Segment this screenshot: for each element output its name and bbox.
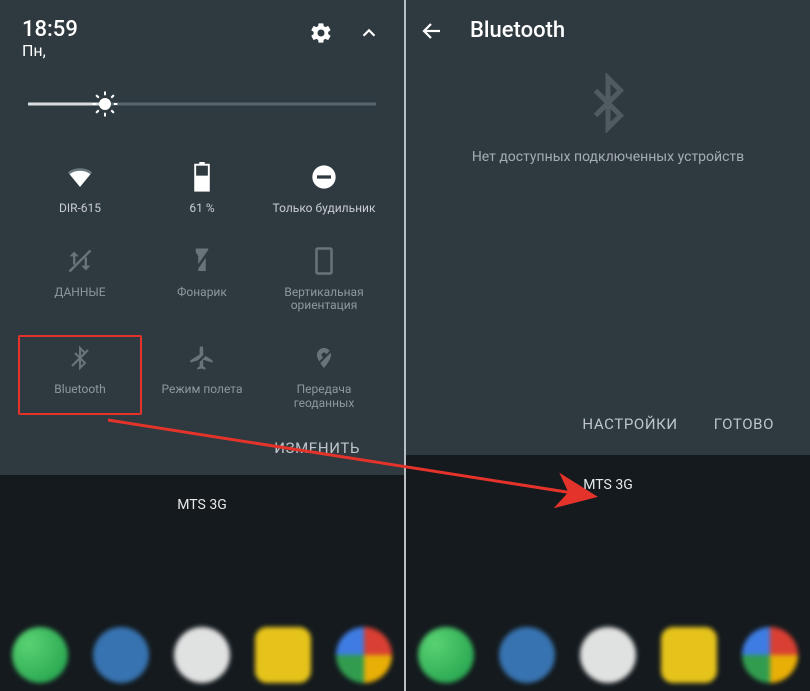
data-icon: [63, 244, 97, 278]
airplane-icon: [185, 341, 219, 375]
tile-label: Вертикальная ориентация: [269, 286, 379, 314]
tile-label: Передача геоданных: [269, 383, 379, 411]
tile-label: ДАННЫЕ: [54, 286, 105, 300]
bluetooth-icon: [63, 341, 97, 375]
clock[interactable]: 18:59 Пн,: [22, 18, 78, 60]
app-drawer[interactable]: [580, 627, 636, 683]
tile-flashlight[interactable]: Фонарик: [144, 238, 260, 318]
wifi-icon: [63, 160, 97, 194]
app-whatsapp[interactable]: [418, 627, 474, 683]
day-text: Пн,: [22, 42, 78, 60]
slider-thumb[interactable]: [90, 89, 120, 119]
bluetooth-header: Bluetooth: [406, 0, 810, 55]
bluetooth-body: Нет доступных подключенных устройств НАС…: [406, 55, 810, 455]
quick-settings-screen: 18:59 Пн,: [0, 0, 406, 691]
app-contacts[interactable]: [499, 627, 555, 683]
tile-location[interactable]: Передача геоданных: [266, 335, 382, 415]
edit-button[interactable]: ИЗМЕНИТЬ: [274, 439, 360, 457]
status-bar: 18:59 Пн,: [18, 10, 386, 62]
app-raiffeisen[interactable]: [255, 627, 311, 683]
quick-tiles-grid: DIR-615 61 % Только будильник: [18, 140, 386, 425]
tile-label: Bluetooth: [54, 383, 105, 397]
settings-button[interactable]: НАСТРОЙКИ: [582, 415, 677, 433]
bluetooth-settings-screen: Bluetooth Нет доступных подключенных уст…: [406, 0, 810, 691]
page-title: Bluetooth: [470, 18, 565, 43]
tile-data[interactable]: ДАННЫЕ: [22, 238, 138, 318]
app-raiffeisen[interactable]: [661, 627, 717, 683]
brightness-slider[interactable]: [28, 92, 376, 116]
tile-label: Режим полета: [162, 383, 243, 397]
flashlight-icon: [185, 244, 219, 278]
app-drawer[interactable]: [174, 627, 230, 683]
bluetooth-large-icon: [578, 73, 638, 133]
home-area-left: MTS 3G: [0, 475, 404, 691]
tile-wifi[interactable]: DIR-615: [22, 154, 138, 220]
app-chrome[interactable]: [742, 627, 798, 683]
tile-label: Фонарик: [177, 286, 227, 300]
tile-rotation[interactable]: Вертикальная ориентация: [266, 238, 382, 318]
empty-message: Нет доступных подключенных устройств: [472, 149, 744, 165]
tile-airplane[interactable]: Режим полета: [144, 335, 260, 415]
tile-label: 61 %: [189, 202, 214, 216]
collapse-icon[interactable]: [356, 20, 382, 46]
app-chrome[interactable]: [336, 627, 392, 683]
rotation-icon: [307, 244, 341, 278]
tile-battery[interactable]: 61 %: [144, 154, 260, 220]
carrier-label: MTS 3G: [177, 497, 226, 513]
app-dock: [406, 619, 810, 691]
time-text: 18:59: [22, 18, 78, 42]
dnd-icon: [307, 160, 341, 194]
tile-label: DIR-615: [59, 202, 101, 216]
tile-dnd[interactable]: Только будильник: [266, 154, 382, 220]
app-contacts[interactable]: [93, 627, 149, 683]
battery-icon: [185, 160, 219, 194]
tile-label: Только будильник: [273, 202, 376, 216]
tile-bluetooth[interactable]: Bluetooth: [18, 335, 142, 415]
back-icon[interactable]: [420, 19, 444, 43]
app-whatsapp[interactable]: [12, 627, 68, 683]
settings-icon[interactable]: [308, 20, 334, 46]
app-dock: [0, 619, 404, 691]
home-area-right: MTS 3G: [406, 455, 810, 691]
carrier-label: MTS 3G: [583, 477, 632, 493]
done-button[interactable]: ГОТОВО: [714, 415, 774, 433]
location-icon: [307, 341, 341, 375]
